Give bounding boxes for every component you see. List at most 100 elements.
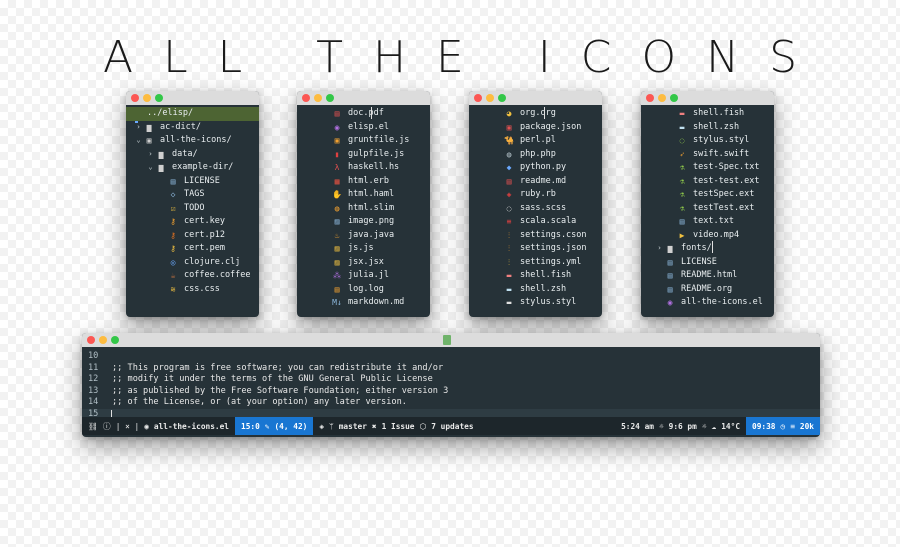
tree-item[interactable]: λ haskell.hs [297, 161, 430, 175]
issue-count[interactable]: 1 Issue [382, 422, 415, 431]
tree-item[interactable]: ▣ gruntfile.js [297, 134, 430, 148]
tree-item[interactable]: ◉ all-the-icons.el [641, 296, 774, 310]
minimize-button[interactable] [314, 94, 322, 102]
tree-item[interactable]: ◕ org.org [469, 107, 602, 121]
code-line[interactable]: 14 ;; of the License, or (at your option)… [82, 397, 820, 409]
tree-item[interactable]: ✋ html.haml [297, 188, 430, 202]
tree-item[interactable]: 🐪 perl.pl [469, 134, 602, 148]
tree-item[interactable]: ⚗ testTest.ext [641, 202, 774, 216]
tree-item[interactable]: ⫶ settings.json [469, 242, 602, 256]
tree-item[interactable]: ⫶ settings.cson [469, 229, 602, 243]
tree-item[interactable]: ⁂ julia.jl [297, 269, 430, 283]
tree-item[interactable]: ▨ js.js [297, 242, 430, 256]
expand-arrow-icon[interactable]: ⌄ [146, 161, 155, 175]
expand-arrow-icon[interactable]: › [146, 148, 155, 162]
tree-item[interactable]: › ▆ data/ [126, 148, 259, 162]
zoom-button[interactable] [155, 94, 163, 102]
tree-item[interactable]: › ▆ fonts/ [641, 242, 774, 256]
tree-item[interactable]: ▦ html.erb [297, 175, 430, 189]
tree-item[interactable]: ▨ jsx.jsx [297, 256, 430, 270]
file-type-icon: ⚗ [679, 176, 685, 186]
tree-item[interactable]: ◍ html.slim [297, 202, 430, 216]
close-button[interactable] [302, 94, 310, 102]
tree-item[interactable]: ▤ LICENSE [641, 256, 774, 270]
tree-item[interactable]: ▤ readme.md [469, 175, 602, 189]
tree-item[interactable]: ▨ image.png [297, 215, 430, 229]
time-segment: 09:38 ◷ ≡ 20k [746, 417, 820, 435]
tree-item[interactable]: ▤ README.org [641, 283, 774, 297]
tree-item[interactable]: ⚗ test-Spec.txt [641, 161, 774, 175]
package-updates[interactable]: 7 updates [431, 422, 473, 431]
tree-item-label: TAGS [184, 189, 205, 199]
tree-item[interactable]: ▤ LICENSE [126, 175, 259, 189]
tree-item[interactable]: ▬ stylus.styl [469, 296, 602, 310]
tree-item[interactable]: ☕ coffee.coffee [126, 269, 259, 283]
tree-item[interactable]: ▬ shell.zsh [641, 121, 774, 135]
expand-arrow-icon[interactable]: › [655, 242, 664, 256]
tree-item[interactable]: › ▆ ac-dict/ [126, 121, 259, 135]
tree-item[interactable]: ◍ php.php [469, 148, 602, 162]
tree-item[interactable]: ≋ css.css [126, 283, 259, 297]
file-type-icon: ▤ [334, 284, 340, 294]
tree-item[interactable]: ◌ sass.scss [469, 202, 602, 216]
zoom-button[interactable] [111, 336, 119, 344]
code-line[interactable]: 12 ;; modify it under the terms of the GN… [82, 374, 820, 386]
tree-item[interactable]: ◉ elisp.el [297, 121, 430, 135]
close-button[interactable] [87, 336, 95, 344]
tree-item[interactable]: ▤ log.log [297, 283, 430, 297]
tree-item-label: video.mp4 [693, 229, 740, 240]
tree-item[interactable]: ▮ gulpfile.js [297, 148, 430, 162]
tree-item[interactable]: M↓ markdown.md [297, 296, 430, 310]
tree-item[interactable]: ▤ README.html [641, 269, 774, 283]
editor-text-area[interactable]: 10 11 ;; This program is free software; yo… [82, 347, 820, 420]
tree-item[interactable]: ⚗ testSpec.ext [641, 188, 774, 202]
tree-item-label: log.log [348, 283, 384, 294]
tree-item[interactable]: ⚷ cert.p12 [126, 229, 259, 243]
tree-item[interactable]: ◈ ruby.rb [469, 188, 602, 202]
file-type-icon: ⚗ [679, 190, 685, 199]
minimize-button[interactable] [658, 94, 666, 102]
zoom-button[interactable] [670, 94, 678, 102]
minimize-button[interactable] [486, 94, 494, 102]
tree-item[interactable]: ➶ swift.swift [641, 148, 774, 162]
tree-item[interactable]: ⌄ ▆ example-dir/ [126, 161, 259, 175]
tree-item[interactable]: ⌄ ▣ all-the-icons/ [126, 134, 259, 148]
tree-item[interactable]: ⚷ cert.pem [126, 242, 259, 256]
tree-item[interactable]: ≡ scala.scala [469, 215, 602, 229]
tree-item[interactable]: ⚷ cert.key [126, 215, 259, 229]
file-tree: ◕ org.org ▣ package.json 🐪 perl.pl ◍ php.php ◆ py… [469, 105, 602, 310]
code-line[interactable]: 10 [82, 351, 820, 363]
tree-item[interactable]: ▬ shell.fish [469, 269, 602, 283]
git-branch[interactable]: master [339, 422, 367, 431]
modeline: ⛓ ⓘ | × | ◉ all-the-icons.el 15:0 ✎ (4, … [82, 417, 820, 435]
tree-item[interactable]: ☑ TODO [126, 202, 259, 216]
tree-item[interactable]: ◎ clojure.clj [126, 256, 259, 270]
tree-item[interactable]: ⚗ test-test.ext [641, 175, 774, 189]
tree-item[interactable]: ◆ python.py [469, 161, 602, 175]
tree-item[interactable]: ▶ video.mp4 [641, 229, 774, 243]
code-line[interactable]: 13 ;; as published by the Free Software F… [82, 386, 820, 398]
tree-item[interactable]: ../elisp/ [126, 107, 259, 121]
code-line[interactable]: 11 ;; This program is free software; you … [82, 363, 820, 375]
close-button[interactable] [474, 94, 482, 102]
close-button[interactable] [646, 94, 654, 102]
minimize-button[interactable] [143, 94, 151, 102]
zoom-button[interactable] [326, 94, 334, 102]
minimize-button[interactable] [99, 336, 107, 344]
tree-item-label: shell.zsh [520, 283, 567, 294]
tree-item[interactable]: ▣ package.json [469, 121, 602, 135]
tree-item[interactable]: ▬ shell.zsh [469, 283, 602, 297]
tree-item[interactable]: ⫶ settings.yml [469, 256, 602, 270]
zoom-button[interactable] [498, 94, 506, 102]
buffer-name[interactable]: all-the-icons.el [154, 422, 229, 431]
expand-arrow-icon[interactable]: › [134, 121, 143, 135]
tree-item[interactable]: ◇ TAGS [126, 188, 259, 202]
close-button[interactable] [131, 94, 139, 102]
tree-item[interactable]: ♨ java.java [297, 229, 430, 243]
tree-item[interactable]: ▤ doc.pdf [297, 107, 430, 121]
tree-item[interactable]: ▬ shell.fish [641, 107, 774, 121]
tree-item-label: clojure.clj [184, 256, 241, 267]
expand-arrow-icon[interactable]: ⌄ [134, 134, 143, 148]
tree-item[interactable]: ▤ text.txt [641, 215, 774, 229]
tree-item[interactable]: ◌ stylus.styl [641, 134, 774, 148]
